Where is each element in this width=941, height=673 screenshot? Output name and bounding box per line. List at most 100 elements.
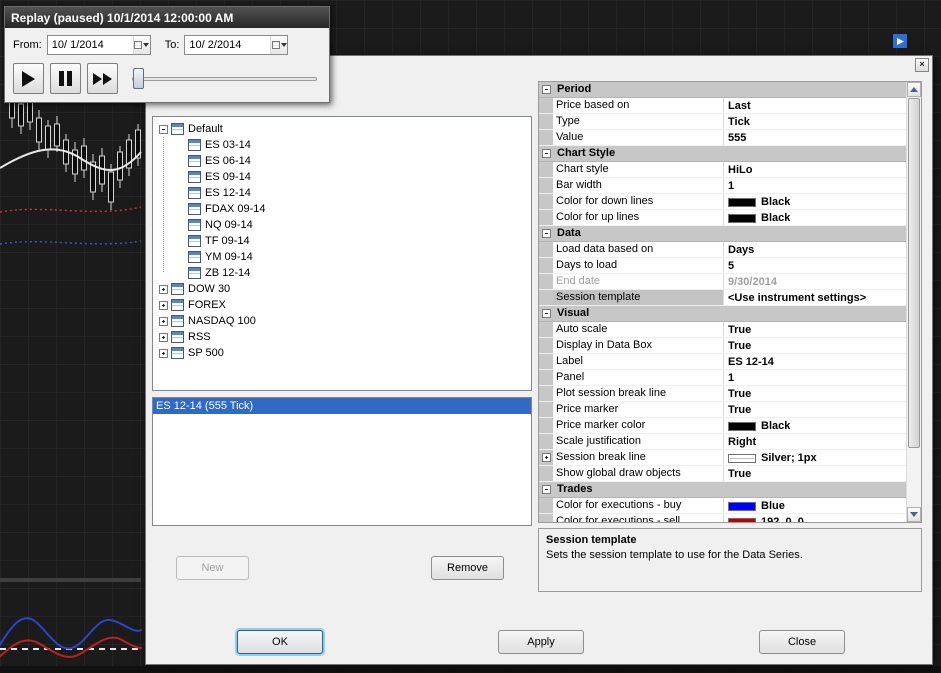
property-name[interactable]: Value [553, 130, 724, 145]
property-name[interactable]: Load data based on [553, 242, 724, 257]
property-name[interactable]: Type [553, 114, 724, 129]
expand-icon[interactable] [159, 300, 168, 310]
property-value[interactable]: Tick [724, 114, 906, 129]
property-name[interactable]: Panel [553, 370, 724, 385]
property-name[interactable]: Chart style [553, 162, 724, 177]
replay-titlebar[interactable]: Replay (paused) 10/1/2014 12:00:00 AM [5, 7, 329, 28]
replay-speed-slider[interactable] [130, 63, 321, 94]
property-row-session-template[interactable]: Session template <Use instrument setting… [539, 290, 906, 306]
property-value[interactable]: 555 [724, 130, 906, 145]
property-value[interactable]: True [724, 322, 906, 337]
property-row[interactable]: Label ES 12-14 [539, 354, 906, 370]
property-value[interactable]: Days [724, 242, 906, 257]
tree-node-instrument[interactable]: TF 09-14 [155, 233, 529, 249]
property-value[interactable]: Blue [724, 498, 906, 513]
property-grid[interactable]: Period Price based on Last Type Tick Val… [538, 81, 922, 523]
property-name[interactable]: Session template [553, 290, 724, 305]
new-button[interactable]: New [176, 556, 249, 580]
property-row[interactable]: Chart style HiLo [539, 162, 906, 178]
scrollbar-down-button[interactable] [907, 507, 921, 522]
category-row-trades[interactable]: Trades [539, 482, 906, 498]
property-row[interactable]: Color for executions - sell 192, 0, 0 [539, 514, 906, 522]
property-row[interactable]: Load data based on Days [539, 242, 906, 258]
close-button[interactable]: Close [759, 630, 845, 654]
tree-node-group[interactable]: FOREX [155, 297, 529, 313]
property-value[interactable]: <Use instrument settings> [724, 290, 906, 305]
tree-node-instrument[interactable]: FDAX 09-14 [155, 201, 529, 217]
collapse-icon[interactable] [159, 124, 168, 134]
property-value[interactable]: True [724, 466, 906, 481]
property-value[interactable]: True [724, 338, 906, 353]
property-value[interactable]: Silver; 1px [724, 450, 906, 465]
tree-node-instrument[interactable]: ES 06-14 [155, 153, 529, 169]
property-name[interactable]: Color for down lines [553, 194, 724, 209]
property-value[interactable]: True [724, 386, 906, 401]
expand-icon[interactable] [159, 316, 168, 326]
property-row[interactable]: Bar width 1 [539, 178, 906, 194]
tree-node-default[interactable]: Default [155, 121, 529, 137]
collapse-icon[interactable] [541, 229, 551, 238]
property-name[interactable]: Label [553, 354, 724, 369]
property-row[interactable]: Color for up lines Black [539, 210, 906, 226]
property-name[interactable]: Session break line [553, 450, 724, 465]
property-value[interactable]: Last [724, 98, 906, 113]
from-date-picker[interactable]: 10/ 1/2014 [46, 35, 151, 55]
category-row-visual[interactable]: Visual [539, 306, 906, 322]
property-row[interactable]: Scale justification Right [539, 434, 906, 450]
property-row[interactable]: Price marker color Black [539, 418, 906, 434]
property-name[interactable]: Bar width [553, 178, 724, 193]
tree-node-instrument[interactable]: ES 12-14 [155, 185, 529, 201]
property-name[interactable]: Days to load [553, 258, 724, 273]
scrollbar-thumb[interactable] [908, 98, 920, 448]
property-row[interactable]: Price based on Last [539, 98, 906, 114]
property-value[interactable]: 5 [724, 258, 906, 273]
property-value[interactable]: 192, 0, 0 [724, 514, 906, 522]
property-row[interactable]: Days to load 5 [539, 258, 906, 274]
property-value[interactable]: HiLo [724, 162, 906, 177]
property-name[interactable]: Price marker [553, 402, 724, 417]
series-listbox[interactable]: ES 12-14 (555 Tick) [152, 397, 532, 526]
property-row[interactable]: Panel 1 [539, 370, 906, 386]
property-name[interactable]: Color for executions - sell [553, 514, 724, 522]
remove-button[interactable]: Remove [431, 556, 504, 580]
property-row[interactable]: Type Tick [539, 114, 906, 130]
from-date-dropdown-button[interactable] [132, 36, 150, 54]
category-row-period[interactable]: Period [539, 82, 906, 98]
tree-node-instrument[interactable]: ZB 12-14 [155, 265, 529, 281]
tree-node-instrument[interactable]: NQ 09-14 [155, 217, 529, 233]
tree-node-group[interactable]: DOW 30 [155, 281, 529, 297]
property-row[interactable]: Color for down lines Black [539, 194, 906, 210]
series-list-item-selected[interactable]: ES 12-14 (555 Tick) [153, 398, 531, 414]
to-date-picker[interactable]: 10/ 2/2014 [184, 35, 289, 55]
collapse-icon[interactable] [541, 85, 551, 94]
property-name[interactable]: Scale justification [553, 434, 724, 449]
property-name[interactable]: Display in Data Box [553, 338, 724, 353]
collapse-icon[interactable] [541, 149, 551, 158]
category-row-chart-style[interactable]: Chart Style [539, 146, 906, 162]
tree-node-group[interactable]: RSS [155, 329, 529, 345]
tree-node-instrument[interactable]: ES 09-14 [155, 169, 529, 185]
property-row[interactable]: Value 555 [539, 130, 906, 146]
property-name[interactable]: Price based on [553, 98, 724, 113]
property-row[interactable]: Show global draw objects True [539, 466, 906, 482]
collapse-icon[interactable] [541, 485, 551, 494]
property-value[interactable]: Right [724, 434, 906, 449]
fast-forward-button[interactable] [87, 63, 118, 94]
property-value[interactable]: 1 [724, 178, 906, 193]
property-name[interactable]: Price marker color [553, 418, 724, 433]
tree-node-group[interactable]: SP 500 [155, 345, 529, 361]
property-row[interactable]: Price marker True [539, 402, 906, 418]
property-row[interactable]: Plot session break line True [539, 386, 906, 402]
dialog-close-button[interactable]: × [915, 58, 929, 72]
scrollbar-up-button[interactable] [907, 82, 921, 97]
property-name[interactable]: Color for executions - buy [553, 498, 724, 513]
slider-thumb[interactable] [133, 68, 144, 89]
tree-node-group[interactable]: NASDAQ 100 [155, 313, 529, 329]
property-name[interactable]: Auto scale [553, 322, 724, 337]
property-grid-scrollbar[interactable] [906, 82, 921, 522]
property-row[interactable]: Auto scale True [539, 322, 906, 338]
property-row[interactable]: Color for executions - buy Blue [539, 498, 906, 514]
property-value[interactable]: True [724, 402, 906, 417]
property-name[interactable]: Plot session break line [553, 386, 724, 401]
expand-icon[interactable] [159, 348, 168, 358]
